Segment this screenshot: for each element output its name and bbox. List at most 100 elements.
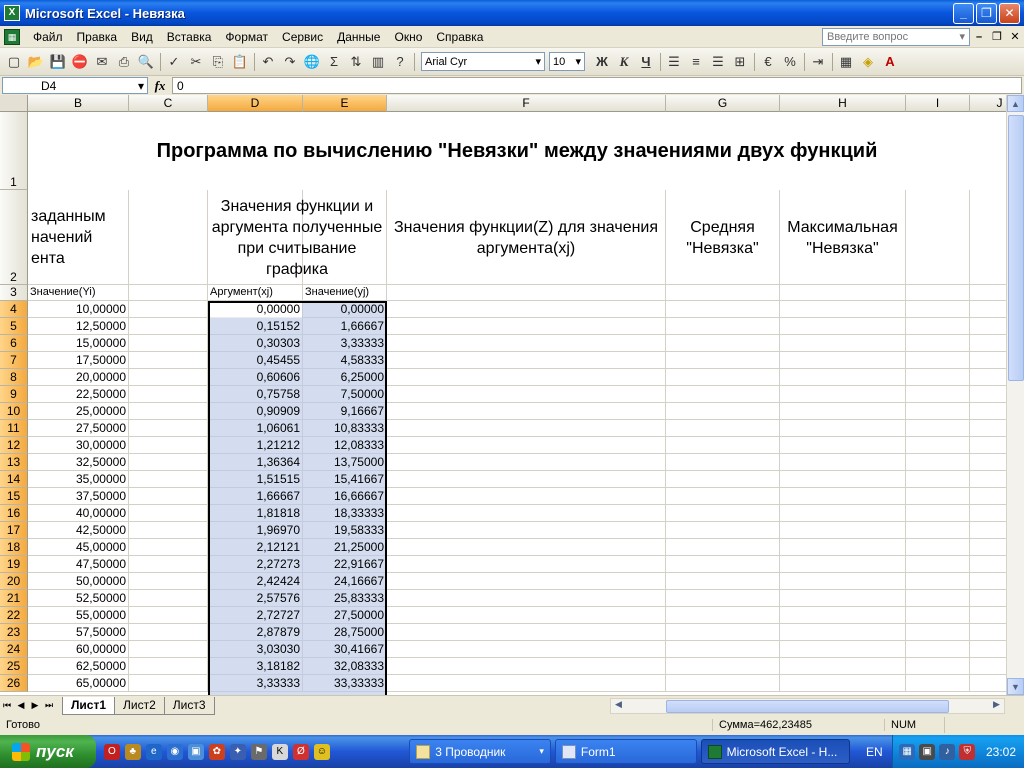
cell[interactable]	[129, 403, 208, 420]
copy-icon[interactable]: ⎘	[207, 51, 229, 73]
row-header-25[interactable]: 25	[0, 658, 28, 675]
row-header-17[interactable]: 17	[0, 522, 28, 539]
cell[interactable]	[780, 369, 906, 386]
cell-b3[interactable]: Значение(Yi)	[28, 285, 129, 301]
cell[interactable]	[387, 352, 666, 369]
cell[interactable]	[387, 573, 666, 590]
row-header-15[interactable]: 15	[0, 488, 28, 505]
cell[interactable]	[780, 403, 906, 420]
status-sum[interactable]: Сумма=462,23485	[712, 719, 884, 731]
chevron-down-icon[interactable]: ▾	[535, 55, 541, 68]
cell-b25[interactable]: 62,50000	[28, 658, 129, 675]
cell[interactable]	[387, 607, 666, 624]
row-header-5[interactable]: 5	[0, 318, 28, 335]
merge-center-icon[interactable]: ⊞	[729, 51, 751, 73]
hyperlink-icon[interactable]: 🌐	[301, 51, 323, 73]
cell-d14[interactable]: 1,51515	[208, 471, 303, 488]
cell[interactable]	[906, 285, 970, 301]
document-icon[interactable]: ▦	[4, 28, 20, 45]
cell[interactable]	[387, 641, 666, 658]
cell[interactable]	[387, 505, 666, 522]
formula-input[interactable]: 0	[172, 77, 1022, 94]
cell[interactable]	[906, 386, 970, 403]
font-name-select[interactable]: Arial Cyr ▾	[421, 52, 545, 71]
cell-e7[interactable]: 4,58333	[303, 352, 387, 369]
cell[interactable]	[666, 437, 780, 454]
cell[interactable]	[906, 301, 970, 318]
cell[interactable]	[666, 539, 780, 556]
app-icon[interactable]: ✿	[208, 743, 225, 760]
cell[interactable]	[666, 285, 780, 301]
currency-icon[interactable]: €	[757, 51, 779, 73]
cell[interactable]	[666, 590, 780, 607]
scroll-left-icon[interactable]: ◀	[611, 699, 626, 713]
cell-d25[interactable]: 3,18182	[208, 658, 303, 675]
cell[interactable]	[666, 573, 780, 590]
cell[interactable]	[906, 624, 970, 641]
cell[interactable]	[387, 471, 666, 488]
cell[interactable]	[129, 352, 208, 369]
cell[interactable]	[666, 624, 780, 641]
row-header-2[interactable]: 2	[0, 190, 28, 285]
average-residual-header[interactable]: Средняя "Невязка"	[666, 190, 779, 285]
cell-d17[interactable]: 1,96970	[208, 522, 303, 539]
cell[interactable]	[906, 420, 970, 437]
task-explorer[interactable]: 3 Проводник ▾	[409, 739, 551, 764]
app-icon[interactable]: ⚑	[250, 743, 267, 760]
cell-e16[interactable]: 18,33333	[303, 505, 387, 522]
row-header-6[interactable]: 6	[0, 335, 28, 352]
app-icon[interactable]: K	[271, 743, 288, 760]
menu-window[interactable]: Окно	[387, 30, 429, 44]
cell-e25[interactable]: 32,08333	[303, 658, 387, 675]
cell[interactable]	[780, 352, 906, 369]
last-sheet-icon[interactable]: ⏭	[42, 700, 56, 711]
cell-b4[interactable]: 10,00000	[28, 301, 129, 318]
cell[interactable]	[780, 386, 906, 403]
column-header-f[interactable]: F	[387, 95, 666, 112]
chevron-down-icon[interactable]: ▾	[959, 30, 965, 43]
cell[interactable]	[129, 420, 208, 437]
cell-d9[interactable]: 0,75758	[208, 386, 303, 403]
cell[interactable]	[387, 301, 666, 318]
row-header-13[interactable]: 13	[0, 454, 28, 471]
cell[interactable]	[906, 403, 970, 420]
cell[interactable]	[666, 471, 780, 488]
cell-d10[interactable]: 0,90909	[208, 403, 303, 420]
cell[interactable]	[666, 488, 780, 505]
start-button[interactable]: пуск	[0, 735, 96, 768]
cell-e5[interactable]: 1,66667	[303, 318, 387, 335]
spreadsheet-grid[interactable]: BCDEFGHIJ 1 2 3 4 5 6 7 8 9 10 11 12 13 14 15 16 17 18 19 2…	[0, 95, 1024, 695]
cell-e3[interactable]: Значение(yj)	[303, 285, 387, 301]
column-b-header-text[interactable]: заданным начений ента	[28, 190, 129, 285]
chart-wizard-icon[interactable]: ▥	[367, 51, 389, 73]
column-header-b[interactable]: B	[28, 95, 129, 112]
cell-b12[interactable]: 30,00000	[28, 437, 129, 454]
cell[interactable]	[780, 658, 906, 675]
cell[interactable]	[666, 318, 780, 335]
app-icon[interactable]: ♣	[124, 743, 141, 760]
cell-e22[interactable]: 27,50000	[303, 607, 387, 624]
open-icon[interactable]: 📂	[25, 51, 47, 73]
menu-help[interactable]: Справка	[429, 30, 490, 44]
cell-d19[interactable]: 2,27273	[208, 556, 303, 573]
cell[interactable]	[387, 318, 666, 335]
cell[interactable]	[906, 488, 970, 505]
permission-icon[interactable]: ⛔	[69, 51, 91, 73]
ie-icon[interactable]: e	[145, 743, 162, 760]
cell[interactable]	[780, 590, 906, 607]
cell-d8[interactable]: 0,60606	[208, 369, 303, 386]
sort-ascending-icon[interactable]: ⇅	[345, 51, 367, 73]
display-icon[interactable]: ▣	[919, 743, 936, 760]
cell-e8[interactable]: 6,25000	[303, 369, 387, 386]
insert-function-icon[interactable]: fx	[148, 78, 172, 94]
title-bar[interactable]: X Microsoft Excel - Невязка _ ❐ ✕	[0, 0, 1024, 26]
cell-d7[interactable]: 0,45455	[208, 352, 303, 369]
cell[interactable]	[780, 675, 906, 692]
function-argument-header[interactable]: Значения функции и аргумента полученные …	[208, 190, 386, 285]
cell[interactable]	[780, 624, 906, 641]
cell-b16[interactable]: 40,00000	[28, 505, 129, 522]
redo-icon[interactable]: ↷	[279, 51, 301, 73]
underline-button[interactable]: Ч	[635, 51, 657, 73]
chevron-down-icon[interactable]: ▾	[575, 55, 581, 68]
print-preview-icon[interactable]: 🔍	[135, 51, 157, 73]
